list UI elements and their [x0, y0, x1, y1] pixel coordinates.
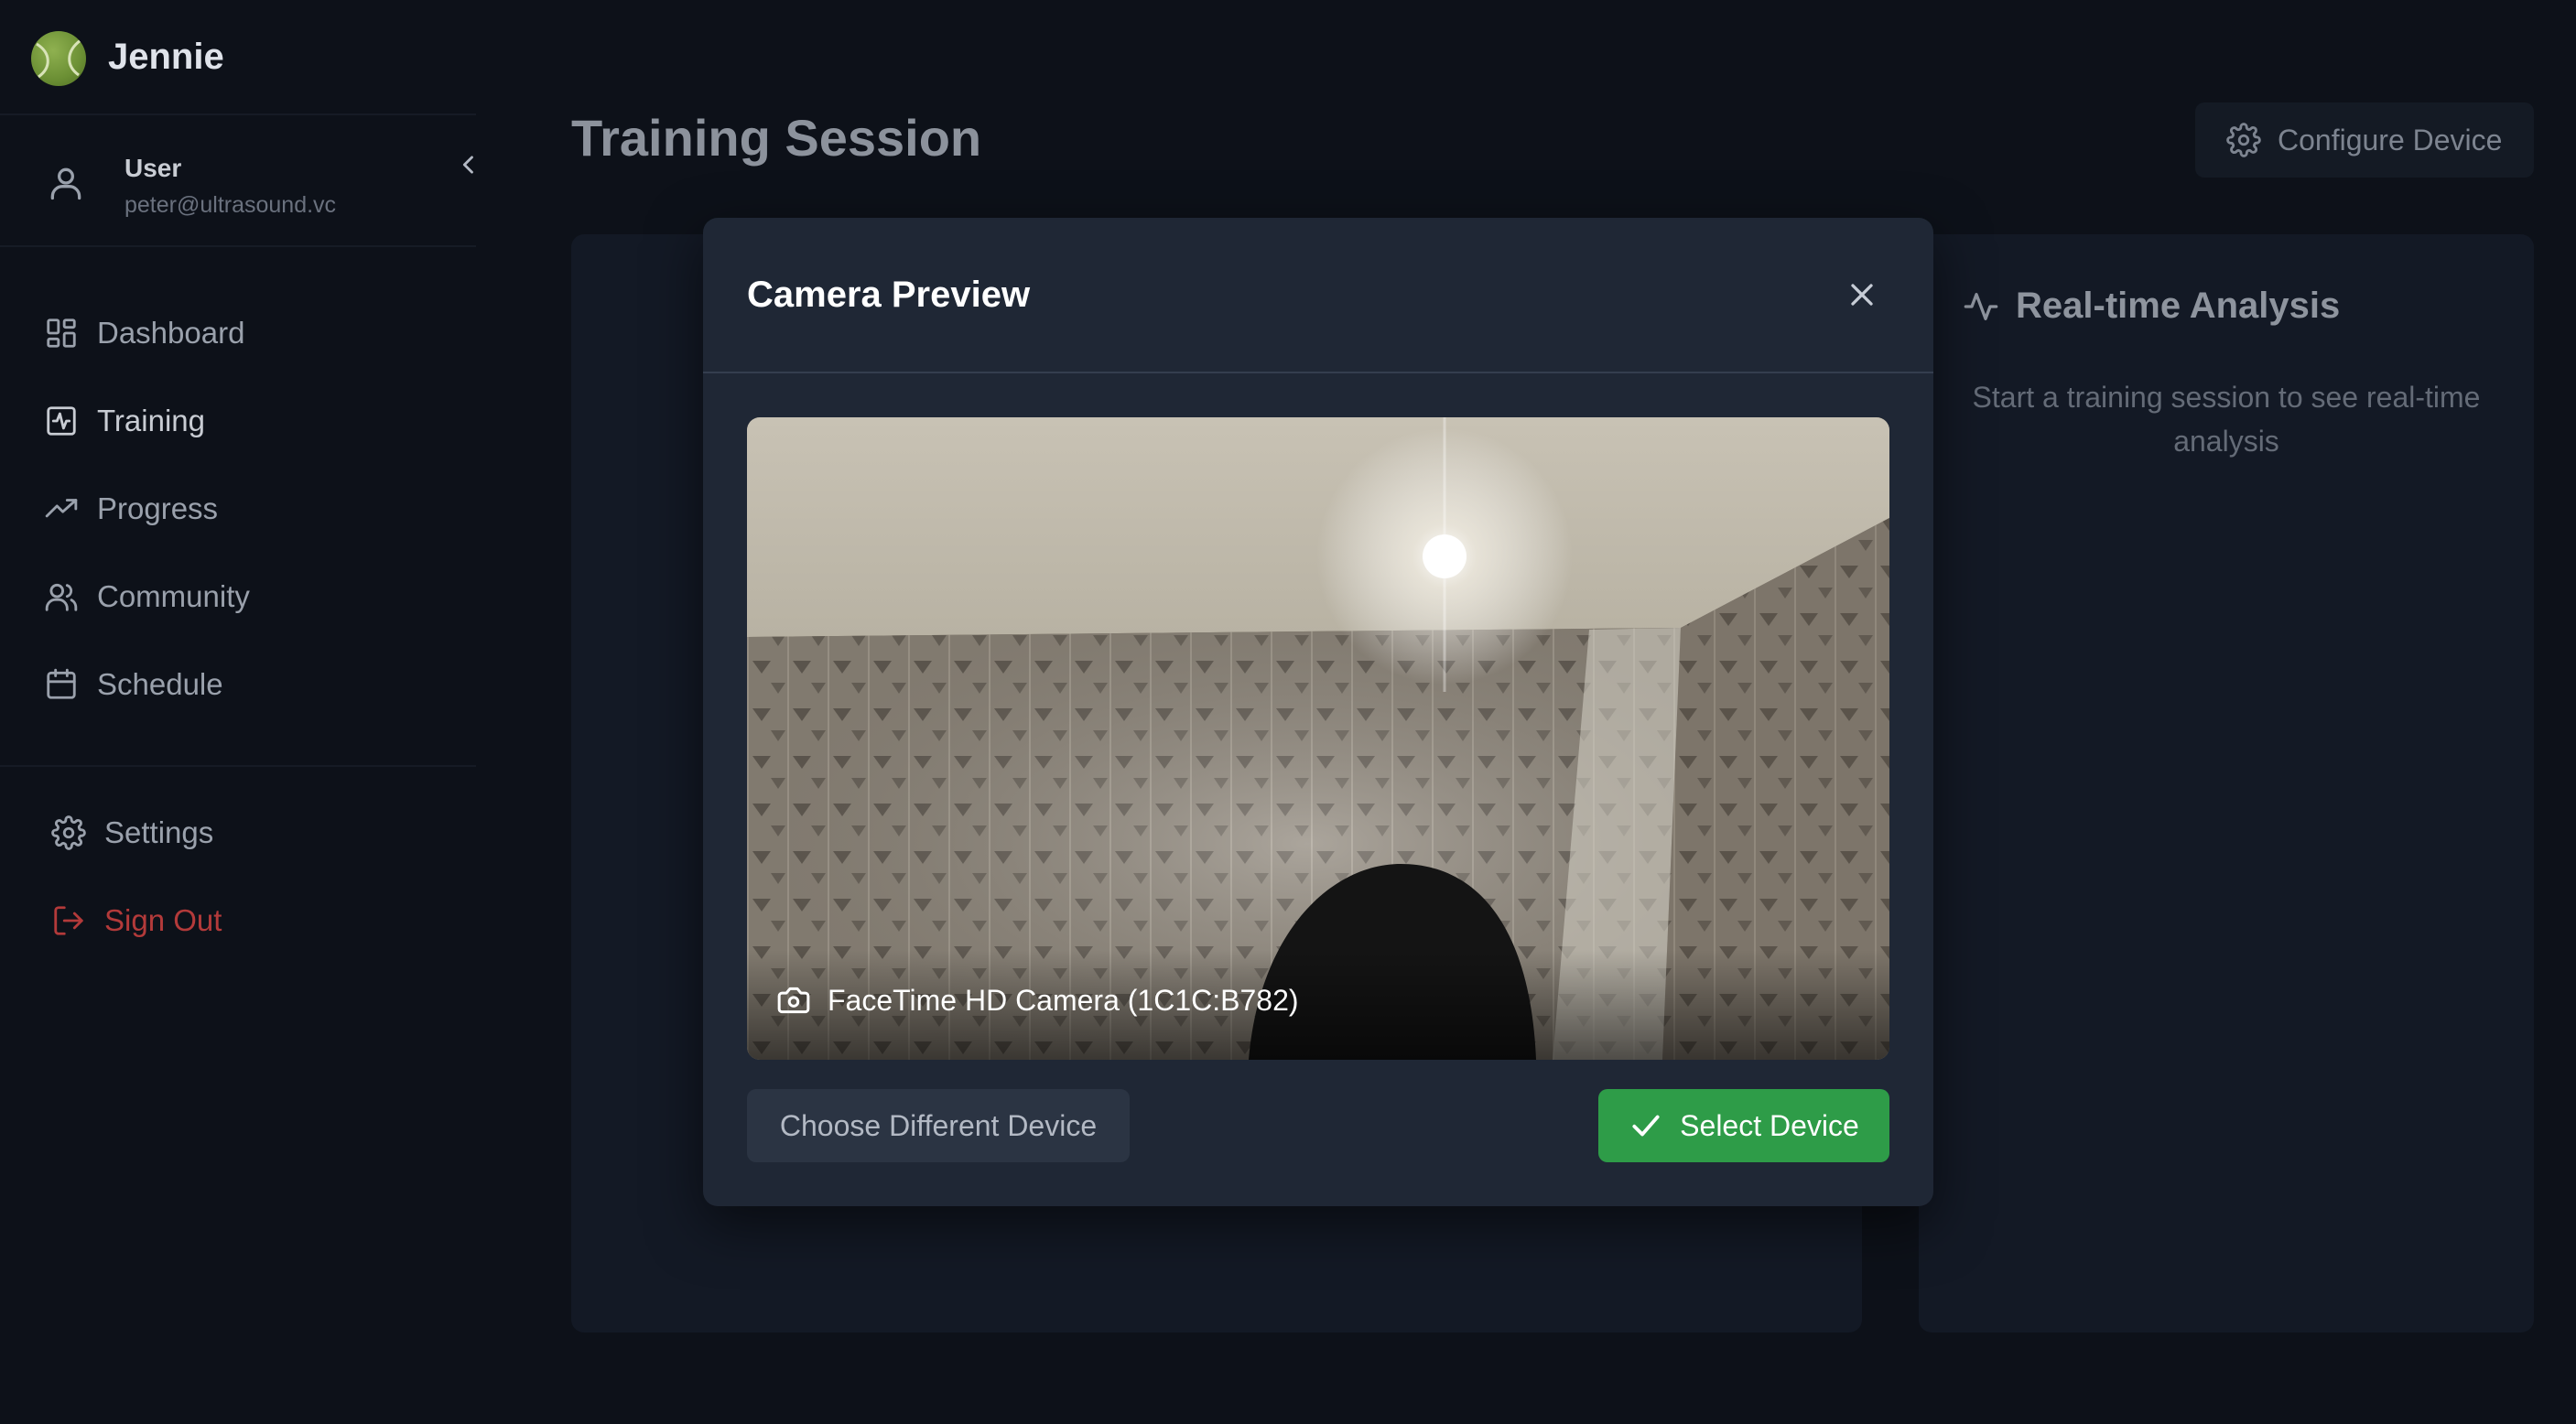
trending-up-icon — [45, 499, 78, 518]
sidebar-item-community[interactable]: Community — [44, 571, 250, 622]
sidebar-item-dashboard[interactable]: Dashboard — [44, 307, 244, 359]
user-card[interactable]: User peter@ultrasound.vc — [0, 128, 476, 247]
select-device-label: Select Device — [1680, 1108, 1859, 1142]
sidebar-item-progress[interactable]: Progress — [44, 483, 218, 534]
camera-icon — [777, 987, 810, 1014]
camera-preview-modal: Camera Preview FaceTime HD Camera (1C1C:… — [703, 218, 1933, 1206]
sidebar-item-label: Progress — [97, 491, 219, 525]
chevron-left-icon[interactable] — [456, 152, 482, 178]
layout-grid-icon — [47, 318, 76, 348]
sidebar-item-label: Dashboard — [97, 316, 245, 350]
sidebar-item-label: Schedule — [97, 667, 223, 701]
choose-different-device-button[interactable]: Choose Different Device — [747, 1089, 1130, 1162]
configure-device-label: Configure Device — [2278, 123, 2503, 156]
sidebar-item-schedule[interactable]: Schedule — [44, 659, 223, 710]
modal-title: Camera Preview — [747, 275, 1031, 315]
sidebar-item-training[interactable]: Training — [44, 395, 205, 447]
calendar-icon — [47, 668, 76, 699]
activity-square-icon — [47, 406, 76, 436]
camera-preview-video: FaceTime HD Camera (1C1C:B782) — [747, 417, 1889, 1060]
modal-header: Camera Preview — [703, 218, 1933, 373]
page-title: Training Session — [571, 109, 982, 167]
camera-device-name: FaceTime HD Camera (1C1C:B782) — [828, 983, 1299, 1017]
settings-button[interactable]: Settings — [51, 807, 213, 858]
sidebar-item-label: Training — [97, 404, 205, 437]
realtime-analysis-empty-text: Start a training session to see real-tim… — [1972, 381, 2481, 458]
sidebar-item-label: Community — [97, 579, 250, 613]
realtime-analysis-header: Real-time Analysis — [1963, 286, 2340, 327]
sign-out-button[interactable]: Sign Out — [51, 895, 222, 946]
close-icon[interactable] — [1844, 276, 1880, 313]
users-icon — [45, 583, 78, 611]
sidebar-divider — [0, 765, 476, 767]
realtime-analysis-title: Real-time Analysis — [2016, 286, 2341, 326]
user-icon — [46, 163, 86, 203]
camera-device-label: FaceTime HD Camera (1C1C:B782) — [776, 983, 1299, 1018]
log-out-icon — [54, 906, 83, 935]
activity-icon — [1964, 292, 1998, 320]
user-email: peter@ultrasound.vc — [124, 192, 337, 218]
gear-icon — [51, 815, 86, 850]
user-name: User — [124, 154, 182, 182]
configure-device-button[interactable]: Configure Device — [2195, 102, 2534, 178]
gear-icon — [2226, 123, 2261, 157]
sidebar: Jennie User peter@ultrasound.vc Dashboar… — [0, 0, 476, 1424]
select-device-button[interactable]: Select Device — [1598, 1089, 1889, 1162]
realtime-analysis-panel: Real-time Analysis Start a training sess… — [1919, 234, 2534, 1332]
tennis-ball-logo-icon — [31, 31, 86, 86]
brand-header: Jennie — [0, 0, 476, 115]
check-icon — [1632, 1115, 1660, 1137]
settings-label: Settings — [104, 815, 214, 849]
brand-name: Jennie — [108, 37, 224, 77]
sign-out-label: Sign Out — [104, 903, 222, 937]
